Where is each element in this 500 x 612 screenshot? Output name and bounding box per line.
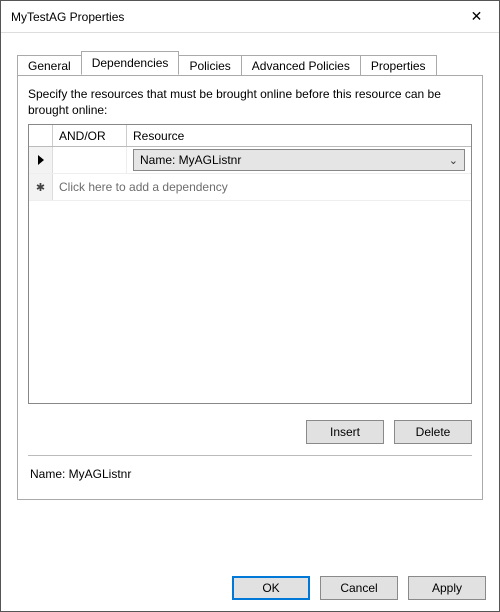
tab-properties[interactable]: Properties [360, 55, 437, 76]
cell-resource[interactable]: Name: MyAGListnr ⌄ [127, 147, 471, 173]
chevron-down-icon: ⌄ [449, 154, 458, 167]
tab-label: General [28, 59, 71, 73]
new-row-star-icon: ✱ [36, 181, 45, 194]
dialog-button-row: OK Cancel Apply [232, 576, 486, 600]
divider [28, 455, 472, 456]
close-icon: ✕ [471, 8, 483, 25]
delete-button[interactable]: Delete [394, 420, 472, 444]
dialog-content: General Dependencies Policies Advanced P… [1, 33, 499, 500]
close-button[interactable]: ✕ [454, 1, 499, 33]
cell-andor[interactable] [53, 147, 127, 173]
ok-button[interactable]: OK [232, 576, 310, 600]
instruction-text: Specify the resources that must be broug… [28, 86, 472, 118]
insert-button[interactable]: Insert [306, 420, 384, 444]
header-rowselector [29, 125, 53, 146]
row-indicator [29, 147, 53, 173]
tab-general[interactable]: General [17, 55, 82, 76]
add-dependency-placeholder[interactable]: Click here to add a dependency [53, 174, 471, 200]
window-title: MyTestAG Properties [11, 10, 124, 24]
tab-label: Properties [371, 59, 426, 73]
dependency-grid: AND/OR Resource Name: MyAGListnr ⌄ [28, 124, 472, 404]
resource-dropdown-value: Name: MyAGListnr [140, 153, 241, 167]
tab-strip: General Dependencies Policies Advanced P… [17, 51, 483, 75]
dependencies-panel: Specify the resources that must be broug… [17, 75, 483, 500]
current-row-arrow-icon [38, 155, 44, 165]
header-andor[interactable]: AND/OR [53, 125, 127, 146]
tab-dependencies[interactable]: Dependencies [81, 51, 180, 75]
table-row[interactable]: Name: MyAGListnr ⌄ [29, 147, 471, 174]
title-bar: MyTestAG Properties ✕ [1, 1, 499, 33]
grid-body: Name: MyAGListnr ⌄ ✱ Click here to add a… [29, 147, 471, 403]
tab-label: Policies [189, 59, 230, 73]
tab-label: Dependencies [92, 56, 169, 70]
selected-dependency-detail: Name: MyAGListnr [30, 467, 131, 481]
grid-header: AND/OR Resource [29, 125, 471, 147]
tab-policies[interactable]: Policies [178, 55, 241, 76]
grid-buttons: Insert Delete [306, 420, 472, 444]
row-indicator: ✱ [29, 174, 53, 200]
apply-button[interactable]: Apply [408, 576, 486, 600]
cancel-button[interactable]: Cancel [320, 576, 398, 600]
tab-label: Advanced Policies [252, 59, 350, 73]
resource-dropdown[interactable]: Name: MyAGListnr ⌄ [133, 149, 465, 171]
header-resource[interactable]: Resource [127, 125, 471, 146]
tab-advanced-policies[interactable]: Advanced Policies [241, 55, 361, 76]
add-dependency-row[interactable]: ✱ Click here to add a dependency [29, 174, 471, 201]
